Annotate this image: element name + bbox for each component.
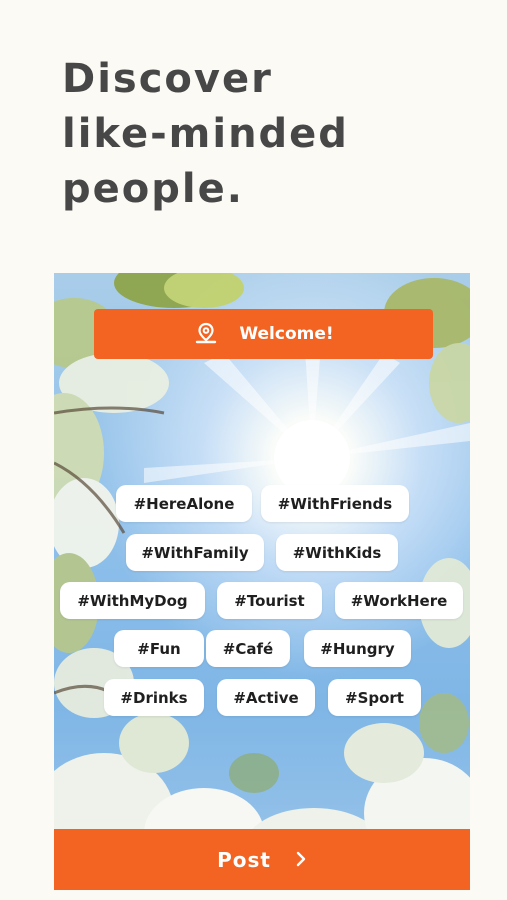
- tag-hungry[interactable]: #Hungry: [304, 630, 411, 667]
- tag-with-friends[interactable]: #WithFriends: [261, 485, 409, 522]
- headline: Discover like-minded people.: [62, 52, 462, 217]
- tag-fun[interactable]: #Fun: [114, 630, 204, 667]
- post-label: Post: [217, 847, 271, 872]
- post-button[interactable]: Post: [54, 829, 470, 890]
- tag-with-family[interactable]: #WithFamily: [126, 534, 264, 571]
- welcome-button[interactable]: Welcome!: [94, 309, 433, 359]
- tag-with-my-dog[interactable]: #WithMyDog: [60, 582, 205, 619]
- tag-with-kids[interactable]: #WithKids: [276, 534, 398, 571]
- tag-sport[interactable]: #Sport: [328, 679, 421, 716]
- tag-work-here[interactable]: #WorkHere: [335, 582, 463, 619]
- headline-line-2: like-minded: [62, 111, 349, 157]
- tag-active[interactable]: #Active: [217, 679, 315, 716]
- headline-line-1: Discover: [62, 56, 273, 102]
- location-pin-icon: [193, 321, 219, 347]
- tag-cafe[interactable]: #Café: [206, 630, 290, 667]
- tag-here-alone[interactable]: #HereAlone: [116, 485, 252, 522]
- tag-tourist[interactable]: #Tourist: [217, 582, 322, 619]
- welcome-label: Welcome!: [239, 324, 334, 344]
- headline-line-3: people.: [62, 166, 244, 212]
- tag-drinks[interactable]: #Drinks: [104, 679, 204, 716]
- chevron-right-icon: [295, 848, 307, 872]
- background-photo: Welcome! #HereAlone #WithFriends #WithFa…: [54, 273, 470, 890]
